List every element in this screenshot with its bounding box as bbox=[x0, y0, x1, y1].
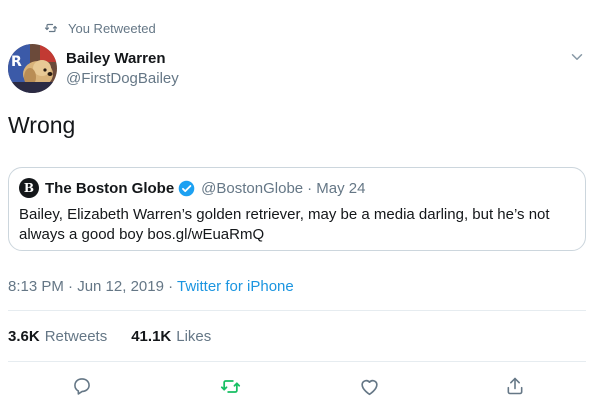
divider bbox=[8, 310, 586, 311]
likes-stat[interactable]: 41.1K Likes bbox=[131, 328, 211, 345]
likes-label: Likes bbox=[176, 328, 212, 345]
quoted-tweet-text: Bailey, Elizabeth Warren’s golden retrie… bbox=[19, 206, 550, 243]
tweet-meta: 8:13 PM · Jun 12, 2019 · Twitter for iPh… bbox=[8, 278, 294, 295]
quoted-author-name[interactable]: The Boston Globe bbox=[45, 180, 174, 197]
author-handle[interactable]: @FirstDogBailey bbox=[66, 70, 179, 87]
tweet-stats: 3.6K Retweets 41.1K Likes bbox=[8, 328, 211, 345]
retweet-banner-text: You Retweeted bbox=[68, 20, 156, 36]
avatar-image: R bbox=[8, 44, 57, 93]
verified-badge-icon bbox=[178, 180, 195, 196]
reply-icon bbox=[74, 378, 90, 395]
boston-globe-logo-icon: B bbox=[19, 178, 39, 198]
retweet-icon bbox=[44, 23, 58, 33]
avatar[interactable]: R bbox=[8, 44, 57, 93]
share-icon bbox=[507, 377, 523, 395]
caret-down-icon[interactable] bbox=[568, 48, 586, 66]
retweets-label: Retweets bbox=[44, 328, 108, 345]
retweet-action-icon bbox=[220, 379, 240, 393]
divider bbox=[8, 361, 586, 362]
retweet-banner: You Retweeted bbox=[44, 20, 156, 36]
meta-separator: · bbox=[163, 278, 177, 295]
like-icon bbox=[360, 379, 378, 395]
reply-button[interactable] bbox=[70, 374, 94, 398]
quoted-author-handle[interactable]: @BostonGlobe bbox=[201, 180, 303, 197]
retweets-stat[interactable]: 3.6K Retweets bbox=[8, 328, 107, 345]
timestamp[interactable]: 8:13 PM · Jun 12, 2019 bbox=[8, 278, 164, 295]
retweets-count: 3.6K bbox=[8, 328, 40, 345]
quoted-tweet-header: B The Boston Globe @BostonGlobe · May 24 bbox=[19, 178, 365, 198]
author-name[interactable]: Bailey Warren bbox=[66, 50, 166, 67]
quoted-tweet-card[interactable]: B The Boston Globe @BostonGlobe · May 24… bbox=[8, 167, 586, 251]
tweet-text: Wrong bbox=[8, 112, 76, 138]
share-button[interactable] bbox=[503, 374, 527, 398]
source-link[interactable]: Twitter for iPhone bbox=[177, 278, 294, 295]
quoted-date: · May 24 bbox=[307, 179, 366, 197]
likes-count: 41.1K bbox=[131, 328, 172, 345]
like-button[interactable] bbox=[357, 374, 381, 398]
svg-text:R: R bbox=[11, 54, 22, 70]
retweet-button[interactable] bbox=[218, 374, 242, 398]
